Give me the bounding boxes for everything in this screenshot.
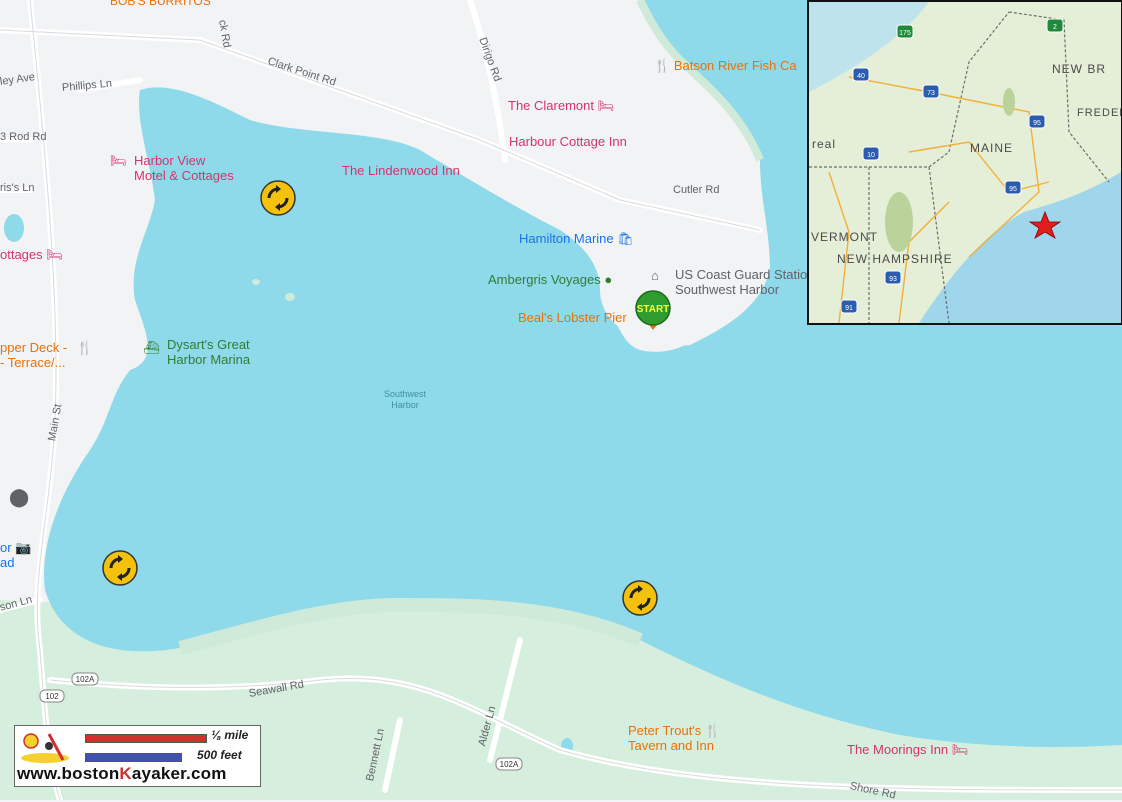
circular-arrows-icon[interactable] [622,580,658,616]
highway-shield-icon: 91 [840,299,858,314]
svg-text:102: 102 [45,692,59,701]
boat-icon: ⛴ [143,340,160,355]
svg-text:95: 95 [1009,186,1017,193]
hotel-icon: 🛏 [951,742,969,757]
poi-the-claremont[interactable]: The Claremont 🛏 [508,98,614,113]
poi-peter-trouts[interactable]: Peter Trout's 🍴 Tavern and Inn [628,723,721,753]
highway-shield-icon: 40 [852,67,870,82]
hotel-icon: 🛏 [46,247,63,262]
circular-arrows-icon[interactable] [102,550,138,586]
highway-shield-icon: 93 [884,270,902,285]
poi-cottages[interactable]: ottages 🛏 [0,247,63,262]
poi-batson-river[interactable]: 🍴 Batson River Fish Ca [654,58,797,73]
restaurant-icon: 🍴 [76,340,94,355]
inset-map-canvas: 175 40 73 95 10 95 93 91 2 [809,2,1121,323]
poi-lindenwood-inn[interactable]: The Lindenwood Inn [342,163,460,178]
government-building-icon: ⌂ [651,268,659,283]
scale-bar-mile [85,734,207,743]
poi-moorings-inn[interactable]: The Moorings Inn 🛏 [847,742,968,757]
site-url[interactable]: www.bostonKayaker.com [17,764,227,784]
poi-coast-guard[interactable]: ⌂ US Coast Guard Statio Southwest Harbor [651,267,807,297]
route-102a-shield-south: 102A [495,757,523,771]
highway-shield-icon: 73 [922,84,940,99]
poi-hamilton-marine[interactable]: Hamilton Marine 🛍 [519,231,634,246]
inset-label-new-hampshire: NEW HAMPSHIRE [837,252,953,266]
hotel-icon: 🛏 [597,98,615,113]
map-pin-icon[interactable]: ⬤ [9,488,29,506]
poi-harbour-cottage-inn[interactable]: Harbour Cottage Inn [509,134,627,149]
inset-label-frederi: FREDER [1077,107,1121,119]
poi-dysarts[interactable]: ⛴ Dysart's Great Harbor Marina [143,337,250,367]
restaurant-icon: 🍴 [654,58,671,73]
inset-label-maine: MAINE [970,141,1014,155]
water-label-southwest-harbor: Southwest Harbor [384,389,427,410]
svg-text:40: 40 [857,73,865,80]
highway-shield-icon: 10 [862,146,880,161]
inset-locator-map: 175 40 73 95 10 95 93 91 2 NEW BR FREDER MAINE r… [807,0,1122,325]
kayaker-logo-icon [19,732,71,766]
highway-shield-icon: 175 [896,24,914,39]
circular-arrows-icon[interactable] [260,180,296,216]
scale-bar-feet [85,753,182,762]
svg-text:102A: 102A [76,675,95,684]
scale-mile-label: ⅛ mile [211,728,249,742]
svg-text:93: 93 [889,276,897,283]
shopping-bag-icon: 🛍 [617,231,634,246]
scale-feet-label: 500 feet [197,748,242,762]
road-3-rod: 3 Rod Rd [0,131,47,143]
poi-edge-or-ad[interactable]: or 📷 ad [0,540,31,570]
highway-shield-icon: 95 [1004,180,1022,195]
route-102-shield: 102 [39,689,65,703]
svg-text:START: START [637,304,670,315]
svg-text:10: 10 [867,152,875,159]
road-ris-ln: ris's Ln [0,182,35,194]
road-bobs-burritos: BOB'S BURRITOS [110,0,211,8]
scale-legend: ⅛ mile 500 feet www.bostonKayaker.com [14,725,261,787]
inset-label-vermont: VERMONT [811,230,878,244]
svg-text:91: 91 [845,305,853,312]
road-cutler: Cutler Rd [673,184,720,196]
inset-label-new-br: NEW BR [1052,62,1106,76]
camera-icon: 📷 [15,540,32,555]
route-102a-shield-west: 102A [71,672,99,686]
poi-upper-deck[interactable]: pper Deck - 🍴 - Terrace/... [0,340,93,370]
svg-text:175: 175 [899,30,911,37]
map-pin-icon: ● [604,272,613,287]
highway-shield-icon: 95 [1028,114,1046,129]
hotel-icon: 🛏 [110,153,127,168]
svg-text:73: 73 [927,90,935,97]
poi-ambergris-voyages[interactable]: Ambergris Voyages ● [488,272,612,287]
svg-text:2: 2 [1053,24,1057,31]
svg-text:95: 95 [1033,120,1041,127]
inset-label-real: real [812,137,837,151]
poi-beals-lobster-pier[interactable]: Beal's Lobster Pier [518,310,627,325]
poi-harbor-view[interactable]: 🛏 Harbor View Motel & Cottages [110,153,234,183]
restaurant-icon: 🍴 [704,723,722,738]
svg-text:102A: 102A [500,760,519,769]
highway-shield-icon: 2 [1046,18,1064,33]
